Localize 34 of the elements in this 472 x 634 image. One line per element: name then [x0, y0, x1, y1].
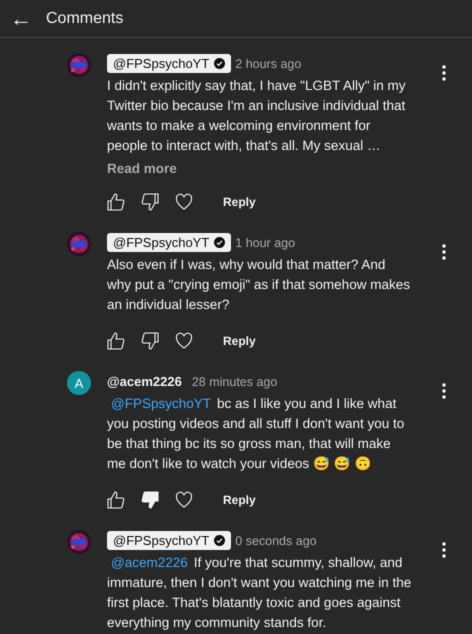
reply-button[interactable]: Reply: [223, 334, 256, 348]
thumbs-up-icon[interactable]: [107, 332, 125, 350]
avatar[interactable]: A: [67, 371, 91, 395]
heart-icon[interactable]: [175, 491, 193, 509]
comment-time: 28 minutes ago: [192, 374, 278, 388]
reply-button[interactable]: Reply: [223, 493, 256, 507]
more-options-icon[interactable]: [442, 542, 446, 558]
thumbs-up-icon[interactable]: [107, 193, 125, 211]
thumbs-down-icon[interactable]: [141, 491, 159, 509]
author-name[interactable]: @FPSpsychoYT: [107, 531, 232, 550]
more-options-icon[interactable]: [442, 244, 446, 260]
thumbs-down-icon[interactable]: [141, 332, 159, 350]
more-options-icon[interactable]: [442, 383, 446, 399]
reply-button[interactable]: Reply: [223, 195, 256, 209]
mention-link[interactable]: @acem2226: [111, 555, 188, 570]
heart-icon[interactable]: [175, 332, 193, 350]
more-options-icon[interactable]: [442, 65, 446, 81]
read-more-link[interactable]: Read more: [107, 161, 177, 176]
author-name[interactable]: @FPSpsychoYT: [107, 54, 232, 73]
comment-time: 0 seconds ago: [235, 534, 317, 548]
author-name[interactable]: @FPSpsychoYT: [107, 233, 232, 252]
thumbs-down-icon[interactable]: [141, 193, 159, 211]
heart-icon[interactable]: [175, 193, 193, 211]
comment-text: @FPSpsychoYT bc as I like you and I like what you posting videos and all stuff I don't want you to be that thing bc its so gross man, that will make me don't like to watch your videos 😅 😅 🙃: [107, 395, 406, 473]
back-button[interactable]: ←: [10, 8, 32, 30]
page-title: Comments: [46, 10, 124, 28]
thumbs-up-icon[interactable]: [107, 491, 125, 509]
comment-time: 1 hour ago: [235, 236, 296, 250]
comment-text: I didn't explicitly say that, I have "LGBT Ally" in my Twitter bio because I'm an inclusive individual that wants to make a welcoming environment for people to interact with, that's all. My sexual …: [107, 77, 407, 155]
comment-time: 2 hours ago: [235, 56, 302, 70]
author-name[interactable]: @acem2226: [107, 372, 188, 391]
mention-link[interactable]: @FPSpsychoYT: [111, 396, 211, 411]
comment-text: Also even if I was, why would that matter? And why put a "crying emoji" as if that somehow makes an individual lesser?: [107, 256, 411, 314]
comment-text: @acem2226 If you're that scummy, shallow, and immature, then I don't want you watching me in the first place. That's blatantly toxic and goes against everything my community stands for.: [107, 554, 412, 632]
